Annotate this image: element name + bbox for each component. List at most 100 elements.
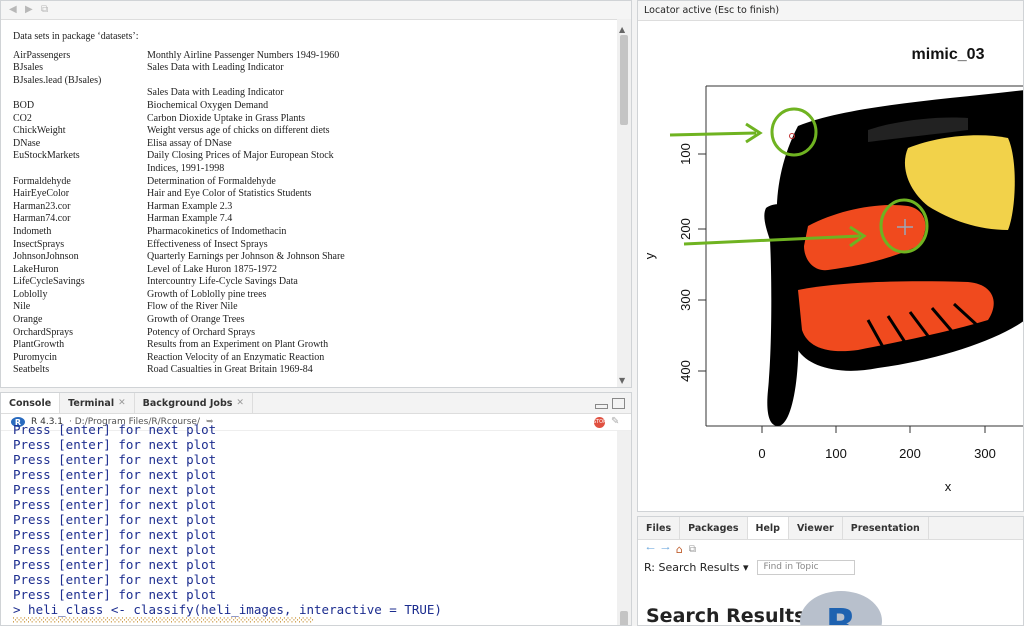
help-topic-select[interactable]: R: Search Results ▾	[644, 561, 749, 574]
tab-background-jobs[interactable]: Background Jobs ✕	[135, 393, 253, 413]
r-logo-letter: R	[825, 601, 857, 626]
dataset-row: LakeHuron Level of Lake Huron 1875-1972	[13, 264, 345, 277]
dataset-description: Daily Closing Prices of Major European S…	[147, 150, 334, 162]
plot-canvas[interactable]: mimic_03 100 200 300 400 y 0 100 200 300…	[638, 20, 1024, 512]
dataset-description: Harman Example 2.3	[147, 200, 233, 212]
tab-help[interactable]: Help	[747, 517, 789, 539]
scrollbar-thumb[interactable]	[620, 611, 628, 625]
help-tabs: Files Packages Help Viewer Presentation	[638, 517, 1023, 540]
tab-console[interactable]: Console	[1, 393, 61, 413]
dataset-row: Sales Data with Leading Indicator	[13, 87, 345, 100]
datasets-listing: Data sets in package ‘datasets’: AirPass…	[13, 31, 345, 377]
back-arrow-icon[interactable]: ◀	[9, 5, 21, 15]
forward-arrow-icon[interactable]: ▶	[25, 5, 37, 15]
close-icon[interactable]: ✕	[236, 398, 244, 408]
dataset-row: Seatbelts Road Casualties in Great Britai…	[13, 364, 345, 377]
home-icon[interactable]: ⌂	[676, 543, 683, 556]
console-line: Press [enter] for next plot	[13, 482, 217, 497]
dataset-name: BOD	[13, 99, 35, 111]
x-tick-label: 300	[974, 446, 996, 461]
back-arrow-icon[interactable]: 🠀	[646, 540, 655, 559]
dataset-name: InsectSprays	[13, 238, 65, 250]
y-axis-label: y	[642, 252, 657, 259]
dataset-description: Quarterly Earnings per Johnson & Johnson…	[147, 251, 345, 263]
dataset-description: Sales Data with Leading Indicator	[147, 87, 284, 99]
dataset-description: Carbon Dioxide Uptake in Grass Plants	[147, 112, 306, 124]
dataset-name: Puromycin	[13, 351, 57, 363]
dataset-row: HairEyeColor Hair and Eye Color of Statis…	[13, 188, 345, 201]
dataset-row: Formaldehyde Determination of Formaldehyd…	[13, 176, 345, 189]
dataset-name	[13, 163, 147, 176]
clear-console-icon[interactable]: ✎	[611, 416, 623, 428]
scrollbar-thumb[interactable]	[620, 35, 628, 125]
console-scrollbar[interactable]	[617, 431, 631, 625]
forward-arrow-icon[interactable]: 🠂	[661, 540, 670, 559]
datasets-header: Data sets in package ‘datasets’:	[13, 31, 139, 42]
dataset-description: Flow of the River Nile	[147, 301, 238, 313]
dataset-row: Nile Flow of the River Nile	[13, 301, 345, 314]
console-line: Press [enter] for next plot	[13, 542, 217, 557]
dataset-row: Loblolly Growth of Loblolly pine trees	[13, 289, 345, 302]
console-line: Press [enter] for next plot	[13, 467, 217, 482]
dataset-description: Growth of Orange Trees	[147, 314, 245, 326]
dataset-description: Monthly Airline Passenger Numbers 1949-1…	[147, 49, 340, 61]
tab-viewer[interactable]: Viewer	[789, 517, 843, 539]
tab-terminal[interactable]: Terminal ✕	[60, 393, 135, 413]
dataset-description: Pharmacokinetics of Indomethacin	[147, 225, 287, 237]
tab-presentation[interactable]: Presentation	[843, 517, 929, 539]
source-toolbar: ◀ ▶ ⧉	[1, 1, 631, 20]
help-topic-bar: R: Search Results ▾ Find in Topic	[638, 558, 1023, 576]
find-in-topic-input[interactable]: Find in Topic	[756, 559, 855, 575]
console-tabs: Console Terminal ✕ Background Jobs ✕	[1, 393, 631, 414]
dataset-name: Harman23.cor	[13, 200, 71, 212]
console-pane: Console Terminal ✕ Background Jobs ✕ R R 4…	[0, 392, 632, 626]
close-icon[interactable]: ✕	[118, 398, 126, 408]
console-output[interactable]: Press [enter] for next plot Press [enter…	[13, 422, 442, 623]
dataset-name: LifeCycleSavings	[13, 276, 85, 288]
dataset-name	[13, 87, 147, 100]
help-nav: 🠀 🠂 ⌂ ⧉	[638, 540, 1023, 558]
dataset-row: LifeCycleSavings Intercountry Life-Cycle …	[13, 276, 345, 289]
dataset-description: Elisa assay of DNase	[147, 137, 232, 149]
y-tick-label: 100	[678, 143, 693, 165]
dataset-name: BJsales.lead (BJsales)	[13, 74, 102, 86]
scroll-up-icon[interactable]: ▲	[619, 25, 625, 34]
dataset-row: PlantGrowth Results from an Experiment on…	[13, 339, 345, 352]
dataset-description: Results from an Experiment on Plant Grow…	[147, 339, 329, 351]
butterfly-image	[764, 90, 1023, 426]
stop-icon[interactable]: STOP	[593, 416, 606, 428]
dataset-row: Indometh Pharmacokinetics of Indomethacin	[13, 226, 345, 239]
console-line: Press [enter] for next plot	[13, 527, 217, 542]
dataset-row: CO2 Carbon Dioxide Uptake in Grass Plants	[13, 113, 345, 126]
console-repeated-lines: Press [enter] for next plot Press [enter]…	[13, 437, 442, 602]
x-tick-label: 200	[899, 446, 921, 461]
tab-files[interactable]: Files	[638, 517, 681, 539]
dataset-name: PlantGrowth	[13, 339, 65, 351]
datasets-rows: AirPassengers Monthly Airline Passenger N…	[13, 50, 345, 377]
dataset-name: DNase	[13, 137, 41, 149]
dataset-description: Indices, 1991-1998	[147, 162, 225, 174]
dataset-description: Reaction Velocity of an Enzymatic Reacti…	[147, 351, 325, 363]
search-results-heading: Search Results	[646, 605, 806, 626]
dataset-row: Indices, 1991-1998	[13, 163, 345, 176]
dataset-description: Potency of Orchard Sprays	[147, 326, 256, 338]
source-scrollbar[interactable]: ▲ ▼	[617, 19, 631, 387]
dataset-name: Indometh	[13, 225, 52, 237]
popout-icon[interactable]: ⧉	[689, 544, 696, 555]
dataset-description: Harman Example 7.4	[147, 213, 233, 225]
x-tick-label: 100	[825, 446, 847, 461]
tab-label: Console	[9, 397, 52, 409]
popout-icon[interactable]: ⧉	[41, 5, 53, 15]
y-tick-label: 300	[678, 289, 693, 311]
minimize-icon[interactable]	[595, 403, 608, 409]
dataset-row: Harman74.cor Harman Example 7.4	[13, 213, 345, 226]
console-line: Press [enter] for next plot	[13, 557, 217, 572]
dataset-row: ChickWeight Weight versus age of chicks o…	[13, 125, 345, 138]
scroll-down-icon[interactable]: ▼	[619, 376, 625, 385]
dataset-name: JohnsonJohnson	[13, 251, 79, 263]
x-ticks: 0 100 200 300	[758, 426, 996, 461]
tab-packages[interactable]: Packages	[680, 517, 748, 539]
plot-pane: Locator active (Esc to finish) mimic_03 …	[637, 0, 1024, 512]
maximize-icon[interactable]	[612, 397, 625, 409]
dataset-name: Harman74.cor	[13, 213, 71, 225]
